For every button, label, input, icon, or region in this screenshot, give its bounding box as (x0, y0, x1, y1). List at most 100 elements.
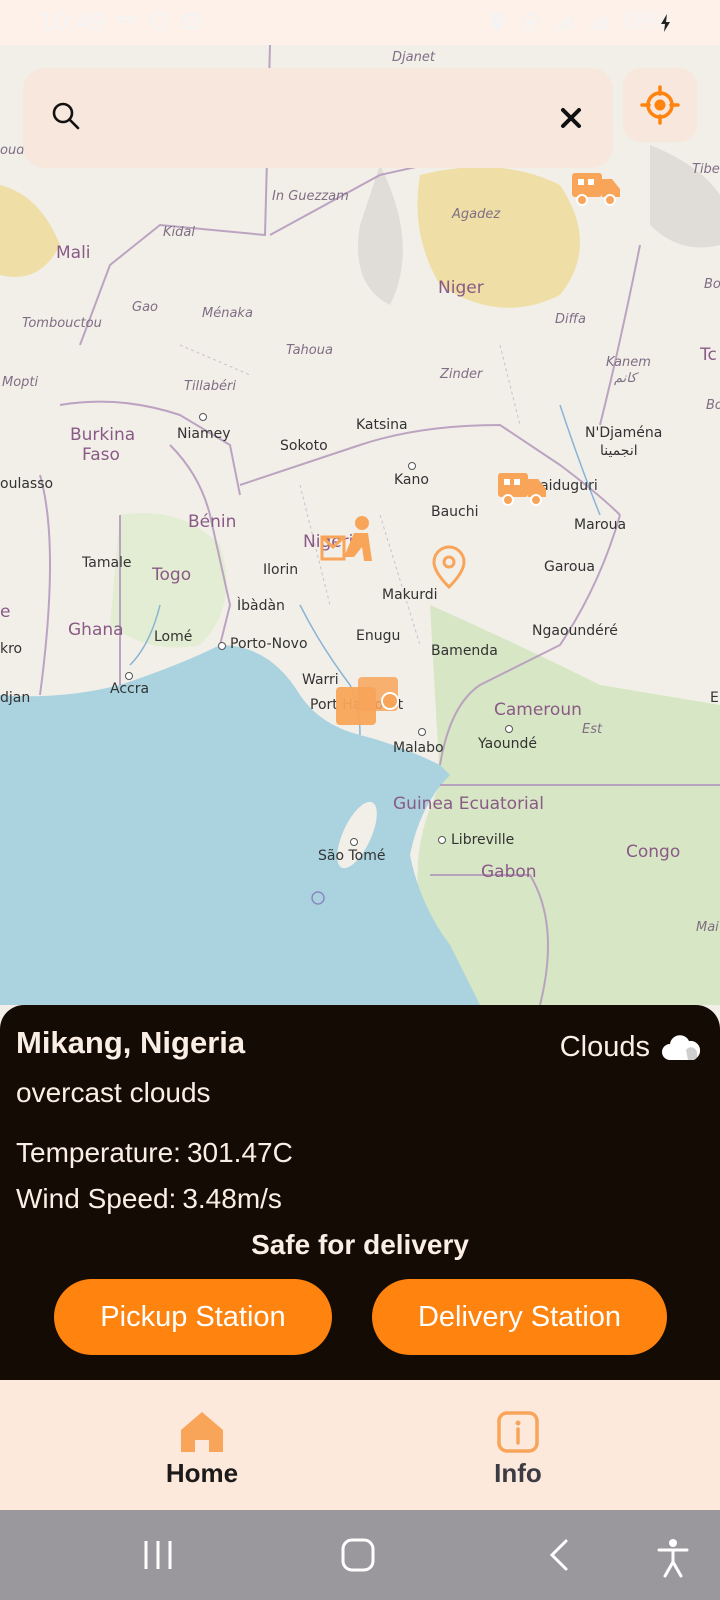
city-dot-kano (408, 462, 416, 470)
map-label-benin: Bénin (188, 512, 237, 532)
pickup-station-button[interactable]: Pickup Station (54, 1279, 332, 1355)
my-location-button[interactable] (623, 68, 697, 142)
map-label-tibe: Tibe (692, 162, 720, 177)
temperature-row: Temperature: 301.47C (16, 1137, 293, 1169)
status-notification-icons (116, 10, 202, 32)
map-label-gao: Gao (132, 300, 158, 315)
back-icon[interactable] (546, 1538, 574, 1572)
map-label-tahoua: Tahoua (286, 343, 333, 358)
map-label-yaounde: Yaoundé (478, 736, 538, 752)
map-label-bamenda: Bamenda (431, 643, 498, 659)
map-label-makurdi: Makurdi (382, 587, 438, 603)
map-label-menaka: Ménaka (202, 306, 253, 321)
map-label-bo2: Bo (706, 398, 720, 413)
status-bar: 10:49 68% (0, 0, 720, 45)
map-label-djan: djan (0, 690, 31, 706)
accessibility-icon[interactable] (656, 1538, 690, 1578)
dnd-icon (149, 11, 169, 31)
map-label-bo: Bo (704, 277, 720, 292)
charging-icon (661, 14, 670, 32)
notification-icon (117, 16, 137, 27)
map-label-mali: Mali (56, 243, 91, 263)
weather-description: overcast clouds (16, 1077, 211, 1108)
map-label-est: Est (582, 722, 603, 737)
wind-speed-label: Wind Speed: (16, 1183, 177, 1214)
map-label-niger: Niger (438, 278, 484, 298)
map-label-guinea-ecuatorial: Guinea Ecuatorial (393, 794, 544, 814)
courier-marker[interactable] (320, 515, 376, 563)
map-label-tillaberi: Tillabéri (184, 379, 236, 394)
map-label-ndjamena: N'Djaména (585, 425, 663, 441)
map-label-enugu: Enugu (356, 628, 401, 644)
recent-apps-icon[interactable] (140, 1538, 176, 1572)
map-label-kidal: Kidal (163, 225, 195, 240)
home-button-icon[interactable] (340, 1538, 376, 1572)
nav-home[interactable]: Home (122, 1410, 282, 1489)
crosshair-location-icon (640, 85, 680, 125)
map-label-diffa: Diffa (555, 312, 586, 327)
map-label-gabon: Gabon (481, 862, 537, 882)
map-label-ghana: Ghana (68, 620, 124, 640)
map-label-bauchi: Bauchi (431, 504, 479, 520)
map-label-niamey: Niamey (177, 426, 231, 442)
map-label-oulasso: oulasso (0, 476, 54, 492)
location-pin-marker[interactable] (432, 545, 466, 589)
delivery-truck-marker[interactable] (570, 165, 622, 207)
map-label-sokoto: Sokoto (280, 438, 328, 454)
weather-info-panel: Mikang, Nigeria overcast clouds Clouds T… (0, 1005, 720, 1380)
map-label-burkina: Burkina (70, 425, 136, 445)
city-dot-yaounde (505, 725, 513, 733)
location-name: Mikang, Nigeria (16, 1025, 246, 1060)
map-label-sao-tome: São Tomé (318, 848, 386, 864)
map-label-porto-novo: Porto-Novo (230, 636, 308, 652)
city-dot-accra (125, 672, 133, 680)
map-view[interactable]: Djanet In Guezzam Agadez Kidal Mali Nige… (0, 45, 720, 1005)
delivery-truck-marker-2[interactable] (496, 465, 548, 507)
map-label-lome: Lomé (154, 629, 193, 645)
map-label-mopti: Mopti (2, 375, 39, 390)
map-label-kro: kro (0, 641, 23, 657)
clear-search-button[interactable] (551, 98, 591, 138)
map-label-ngaoundere: Ngaoundéré (532, 623, 618, 639)
city-dot-sao-tome (350, 838, 358, 846)
map-label-zinder: Zinder (440, 367, 483, 382)
map-label-cameroun: Cameroun (494, 700, 582, 720)
map-label-djanet: Djanet (392, 50, 435, 65)
map-label-ilorin: Ilorin (263, 562, 299, 578)
map-label-maroua: Maroua (574, 517, 627, 533)
map-label-mai: Mai (696, 920, 719, 935)
nav-info-label: Info (494, 1458, 542, 1488)
map-label-tamale: Tamale (82, 555, 132, 571)
map-label-malabo: Malabo (393, 740, 444, 756)
bottom-navigation: Home Info (0, 1380, 720, 1510)
temperature-value: 301.47C (186, 1137, 293, 1168)
map-label-libreville: Libreville (451, 832, 515, 848)
nav-home-label: Home (165, 1458, 239, 1488)
delivery-status: Safe for delivery (251, 1229, 469, 1260)
warehouse-cluster-marker[interactable] (334, 673, 402, 727)
search-bar (23, 68, 613, 168)
map-label-garoua: Garoua (544, 559, 595, 575)
map-label-tombouctou: Tombouctou (22, 316, 102, 331)
map-label-togo: Togo (152, 565, 192, 585)
map-label-accra: Accra (110, 681, 150, 697)
map-label-e: e (0, 602, 11, 622)
weather-condition-label: Clouds (559, 1031, 650, 1063)
map-label-e2: E (710, 690, 719, 706)
home-icon (181, 1412, 223, 1452)
map-label-tc: Tc (700, 345, 717, 365)
map-label-congo: Congo (626, 842, 681, 862)
map-label-kanem-ar: كانم (614, 371, 637, 386)
search-input[interactable] (98, 93, 538, 143)
map-label-agadez: Agadez (452, 207, 501, 222)
search-icon[interactable] (48, 98, 84, 134)
cloud-icon (662, 1034, 700, 1060)
map-label-faso: Faso (82, 445, 120, 465)
hotspot-icon (522, 13, 540, 31)
status-time: 10:49 (40, 8, 106, 36)
delivery-station-button[interactable]: Delivery Station (372, 1279, 667, 1355)
wind-speed-value: 3.48m/s (182, 1183, 282, 1214)
nav-info[interactable]: Info (438, 1410, 598, 1489)
map-label-ndjamena-ar: انجمينا (600, 443, 638, 459)
weather-condition: Clouds (560, 1031, 700, 1064)
